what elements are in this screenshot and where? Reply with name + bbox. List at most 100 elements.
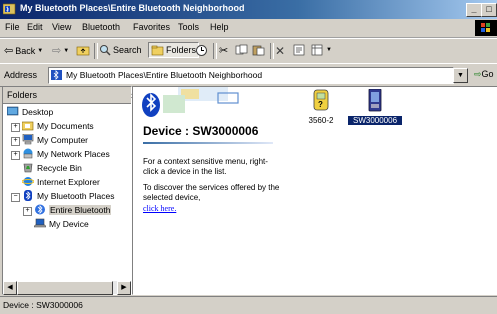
up-folder-button[interactable] [76,44,90,56]
menu-file[interactable]: File [5,22,20,32]
history-icon [196,45,207,56]
expand-toggle[interactable]: + [11,123,20,132]
views-icon [311,44,323,56]
copy-to-button[interactable] [235,44,248,56]
chevron-down-icon: ▼ [457,72,464,79]
pda-device-icon [368,89,382,112]
go-button[interactable]: ⇨Go [474,69,494,80]
phone-device-icon: ? [313,89,329,111]
maximize-button[interactable]: □ [481,3,497,17]
views-button[interactable]: ▼ [311,44,332,56]
folders-button[interactable]: Folders [148,42,200,58]
arrow-left-icon: ◀ [7,284,13,291]
tree-item-label: My Documents [37,120,94,131]
bluetooth-neighborhood-icon [35,204,45,215]
back-arrow-icon: ⇦ [4,45,14,57]
search-label: Search [113,45,142,55]
delete-button[interactable]: ✕ [275,44,285,58]
paste-button[interactable] [252,44,265,56]
tree-item-my-device[interactable]: My Device [34,218,89,229]
bluetooth-places-icon [3,3,16,15]
minimize-button[interactable]: _ [466,3,482,17]
maximize-icon: □ [486,4,492,14]
network-places-icon [23,148,33,159]
collapse-toggle[interactable]: − [11,193,20,202]
title-bar[interactable]: My Bluetooth Places\Entire Bluetooth Nei… [0,0,497,19]
tree-item-label: Entire Bluetooth [49,204,112,215]
chevron-down-icon: ▼ [37,47,44,54]
toolbar-separator [94,43,98,59]
tree-item-label: Internet Explorer [37,176,100,187]
folder-icon [22,121,34,131]
tree-item-label: Desktop [22,106,54,117]
address-label: Address [4,70,38,80]
tree-item-my-network-places[interactable]: My Network Places [22,148,110,159]
laptop-icon [34,218,46,228]
menu-tools[interactable]: Tools [178,22,199,32]
click-here-container: click here. [143,204,283,214]
tree-item-desktop[interactable]: Desktop [7,106,53,117]
expand-toggle[interactable]: + [11,151,20,160]
device-item-3560-2[interactable]: ? 3560-2 [301,89,341,125]
tree-item-label: My Device [49,218,89,229]
search-button[interactable]: Search [99,44,142,56]
chevron-down-icon: ▼ [326,47,332,53]
menu-bluetooth[interactable]: Bluetooth [82,22,120,32]
tree-item-label: My Network Places [37,148,110,159]
menu-bar: File Edit View Bluetooth Favorites Tools… [0,19,497,38]
title-underline [143,142,273,144]
bluetooth-banner-icon [142,87,239,117]
tree-item-recycle-bin[interactable]: Recycle Bin [22,162,82,173]
tree-item-my-bluetooth-places[interactable]: My Bluetooth Places [22,190,114,201]
tree-item-label: My Bluetooth Places [37,190,115,201]
tree-item-entire-bluetooth-neighborhood[interactable]: Entire Bluetooth [34,204,112,215]
history-button[interactable] [195,44,208,57]
back-label: Back [15,45,36,56]
windows-logo-icon [475,20,497,36]
menu-help[interactable]: Help [210,22,229,32]
scroll-right-button[interactable]: ▶ [117,281,131,295]
search-icon [100,45,111,56]
folders-label: Folders [166,45,197,55]
expand-toggle[interactable]: + [23,207,32,216]
menu-edit[interactable]: Edit [27,22,43,32]
copy-to-icon [235,44,248,55]
tree-item-internet-explorer[interactable]: Internet Explorer [22,176,100,187]
recycle-bin-icon [23,163,33,173]
scroll-left-button[interactable]: ◀ [3,281,17,295]
desktop-icon [7,106,19,116]
status-text: Device : SW3000006 [3,300,83,310]
toolbar-separator [270,43,274,59]
tree-item-label: My Computer [37,134,89,145]
click-here-link[interactable]: click here. [143,204,176,213]
arrow-right-icon: ▶ [121,284,127,291]
folders-pane: Folders × Desktop + My Documents + My Co… [2,86,136,295]
minimize-icon: _ [471,4,477,14]
paste-icon [252,45,265,56]
horizontal-scrollbar[interactable]: ◀ ▶ [3,281,131,295]
svg-text:?: ? [318,100,323,109]
forward-button[interactable]: ⇨ ▼ [52,44,69,57]
cut-button[interactable]: ✂ [219,44,228,57]
properties-button[interactable] [293,44,306,56]
window-title: My Bluetooth Places\Entire Bluetooth Nei… [20,3,245,13]
folders-icon [151,45,164,56]
status-bar: Device : SW3000006 [0,296,497,314]
forward-arrow-icon: ⇨ [52,45,62,57]
expand-toggle[interactable]: + [11,137,20,146]
address-value: My Bluetooth Places\Entire Bluetooth Nei… [66,70,263,80]
device-item-sw3000006[interactable]: SW3000006 [348,89,402,125]
scroll-thumb[interactable] [17,281,113,295]
address-dropdown-button[interactable]: ▼ [453,68,468,83]
internet-explorer-icon [22,177,34,186]
tree-item-label: Recycle Bin [37,162,82,173]
menu-view[interactable]: View [52,22,71,32]
address-input[interactable]: My Bluetooth Places\Entire Bluetooth Nei… [48,67,454,84]
tree-item-my-computer[interactable]: My Computer [22,134,88,145]
properties-icon [293,44,305,56]
tree-item-my-documents[interactable]: My Documents [22,120,94,131]
go-arrow-icon: ⇨ [474,69,482,79]
bluetooth-icon [24,190,32,201]
back-button[interactable]: ⇦ Back ▼ [4,44,43,57]
menu-favorites[interactable]: Favorites [133,22,170,32]
